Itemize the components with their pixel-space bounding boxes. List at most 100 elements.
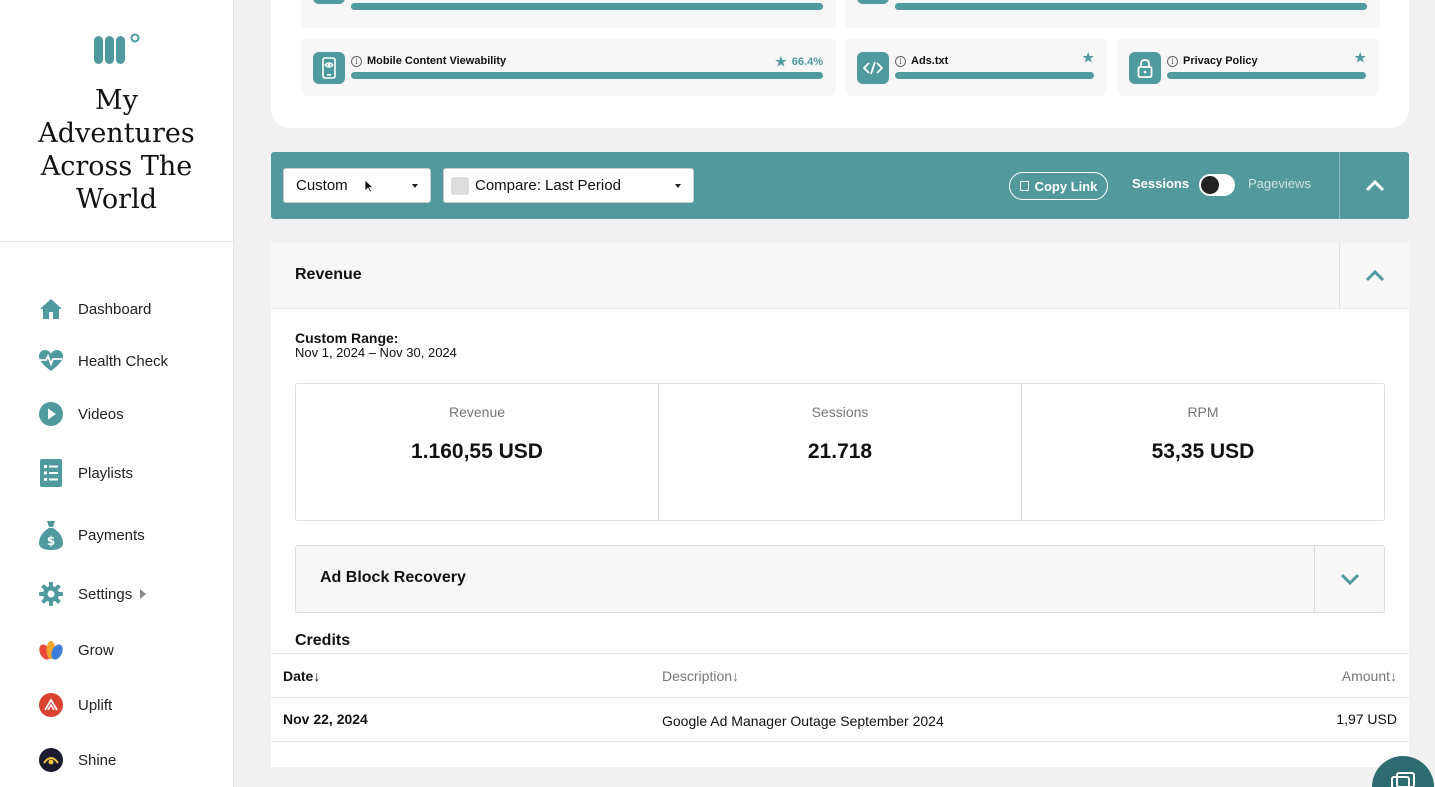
mouse-cursor-icon [364, 179, 374, 193]
sidebar-item-label: Playlists [78, 464, 134, 482]
sidebar-item-shine[interactable]: Shine [38, 747, 116, 773]
star-icon: ★ [1354, 50, 1366, 65]
column-header-description[interactable]: Description↓ [662, 668, 739, 684]
filter-bar: Custom Compare: Last Period Copy Link Se… [271, 152, 1409, 219]
health-check-label: i Mobile Content Viewability [351, 55, 506, 67]
caret-right-icon [140, 589, 147, 599]
heartbeat-icon [38, 348, 64, 374]
health-check-bar [895, 3, 1367, 10]
stat-value: 21.718 [807, 440, 873, 463]
info-icon[interactable]: i [895, 55, 906, 67]
cell-description: Google Ad Manager Outage September 2024 [662, 713, 944, 729]
site-title: My Adventures Across The World [38, 85, 195, 215]
sidebar-item-uplift[interactable]: Uplift [38, 692, 112, 718]
health-check-label: i Ads.txt [895, 55, 948, 67]
table-header-row: Date↓ Description↓ Amount↓ [271, 653, 1409, 697]
star-icon: ★ [1082, 50, 1094, 65]
filter-collapse-button[interactable] [1339, 152, 1409, 219]
revenue-panel: Revenue Custom Range: Nov 1, 2024 – Nov … [271, 243, 1409, 767]
play-icon [38, 401, 64, 427]
sidebar-item-health-check[interactable]: Health Check [38, 348, 168, 374]
copy-icon [1019, 181, 1029, 191]
sidebar-item-label: Health Check [78, 352, 169, 370]
revenue-header: Revenue [271, 243, 1409, 309]
health-check-label: i Privacy Policy [1167, 55, 1258, 67]
dropdown-arrow-icon [412, 184, 418, 188]
sidebar-item-label: Shine [78, 751, 117, 769]
star-icon: ★ [775, 54, 787, 69]
cell-date: Nov 22, 2024 [283, 711, 368, 727]
gear-icon [38, 581, 64, 607]
svg-text:$: $ [47, 534, 55, 548]
mobile-eye-icon [313, 52, 345, 84]
compare-select[interactable]: Compare: Last Period [443, 168, 694, 203]
sidebar-item-label: Grow [78, 641, 114, 659]
stat-label: Revenue [448, 404, 506, 420]
sidebar-item-label: Settings [78, 585, 133, 603]
health-check-ads-txt[interactable]: i Ads.txt ★ [845, 38, 1107, 96]
chevron-down-icon [1340, 573, 1359, 585]
range-value: Nov 1, 2024 – Nov 30, 2024 [295, 345, 457, 360]
table-row: Nov 22, 2024 Google Ad Manager Outage Se… [271, 697, 1409, 742]
health-check-score: ★ 66.4% [775, 54, 823, 69]
toggle-knob [1201, 176, 1219, 194]
health-check-icon [857, 0, 889, 4]
money-bag-icon: $ [38, 521, 64, 550]
code-icon [857, 52, 889, 84]
column-header-amount[interactable]: Amount↓ [1342, 668, 1397, 684]
sidebar-item-label: Payments [78, 526, 145, 544]
revenue-collapse-button[interactable] [1339, 243, 1409, 309]
sidebar-item-grow[interactable]: Grow [38, 637, 114, 663]
sidebar-item-label: Uplift [78, 696, 113, 714]
toggle-label-sessions: Sessions [1132, 176, 1190, 191]
revenue-title: Revenue [295, 266, 362, 283]
copy-link-label: Copy Link [1034, 178, 1098, 194]
date-range-value: Custom [296, 177, 348, 194]
sidebar-item-dashboard[interactable]: Dashboard [38, 296, 151, 322]
stat-rpm: RPM 53,35 USD [1022, 384, 1384, 520]
stat-label: RPM [1187, 404, 1219, 420]
sidebar-item-videos[interactable]: Videos [38, 401, 124, 427]
copy-link-button[interactable]: Copy Link [1009, 172, 1108, 200]
health-check-bar [1167, 72, 1366, 79]
grow-logo-icon [38, 637, 64, 663]
info-icon[interactable]: i [351, 55, 362, 67]
ad-block-recovery-expand-button[interactable] [1314, 546, 1384, 612]
dropdown-arrow-icon [675, 184, 681, 188]
health-check-icon [313, 0, 345, 4]
health-check-mobile-viewability[interactable]: i Mobile Content Viewability ★ 66.4% [301, 38, 836, 96]
health-check-bar [351, 72, 823, 79]
sidebar-item-payments[interactable]: $ Payments [38, 521, 145, 550]
sidebar: My Adventures Across The World Dashboard… [0, 0, 234, 787]
home-icon [38, 296, 64, 322]
stat-label: Sessions [811, 404, 869, 420]
ad-block-recovery-section: Ad Block Recovery [295, 545, 1385, 613]
sidebar-item-playlists[interactable]: Playlists [38, 459, 134, 487]
list-icon [38, 459, 64, 487]
stat-sessions: Sessions 21.718 [659, 384, 1022, 520]
column-header-date[interactable]: Date↓ [283, 668, 320, 684]
chat-windows-icon [1391, 772, 1415, 787]
health-check-privacy-policy[interactable]: i Privacy Policy ★ [1117, 38, 1379, 96]
credits-title: Credits [295, 632, 351, 649]
sessions-pageviews-toggle[interactable] [1199, 174, 1235, 196]
cell-amount: 1,97 USD [1336, 711, 1397, 727]
health-check-cell [845, 0, 1380, 28]
sidebar-item-label: Dashboard [78, 300, 152, 318]
info-icon[interactable]: i [1167, 55, 1178, 67]
toggle-label-pageviews: Pageviews [1248, 176, 1311, 191]
sidebar-item-label: Videos [78, 405, 124, 423]
date-range-select[interactable]: Custom [283, 168, 431, 203]
stat-value: 53,35 USD [1151, 440, 1255, 463]
stat-value: 1.160,55 USD [411, 440, 543, 463]
health-check-bar [895, 72, 1094, 79]
shine-logo-icon [38, 747, 64, 773]
site-header: My Adventures Across The World [0, 0, 233, 242]
ad-block-recovery-title: Ad Block Recovery [320, 569, 466, 586]
chevron-up-icon [1365, 179, 1384, 191]
stats-summary: Revenue 1.160,55 USD Sessions 21.718 RPM… [295, 383, 1385, 521]
compare-color-swatch [451, 176, 469, 195]
sidebar-item-settings[interactable]: Settings [38, 581, 147, 607]
lock-icon [1129, 52, 1161, 84]
uplift-logo-icon [38, 692, 64, 718]
